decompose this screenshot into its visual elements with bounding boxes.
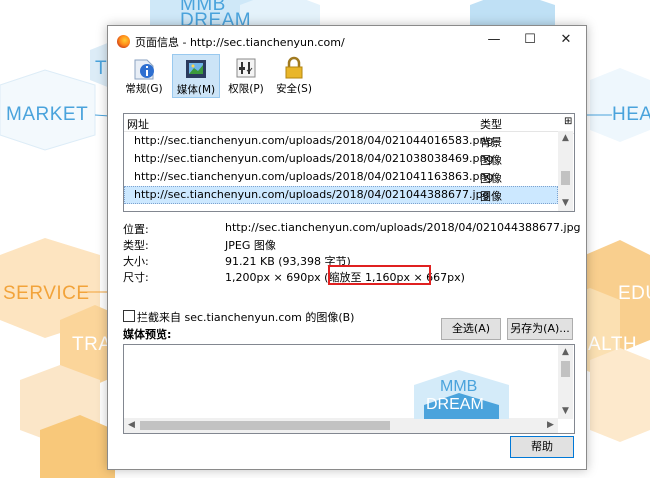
media-row-type: 背景	[480, 136, 502, 149]
media-list[interactable]: 网址 类型 ⊞ http://sec.tianchenyun.com/uploa…	[123, 113, 575, 212]
preview-hscroll-thumb[interactable]	[140, 421, 390, 430]
help-button[interactable]: 帮助	[510, 436, 574, 458]
close-button[interactable]: ✕	[548, 26, 584, 56]
preview-text-mmb: MMB	[440, 378, 477, 395]
permissions-icon	[235, 56, 257, 83]
bg-text-tra: TRA	[72, 334, 112, 355]
type-label: 类型:	[123, 239, 149, 252]
preview-image: MMB DREAM	[414, 370, 509, 419]
tab-security[interactable]: 安全(S)	[274, 54, 314, 96]
location-label: 位置:	[123, 223, 149, 236]
media-list-scrollbar[interactable]: ▲ ▼	[558, 131, 573, 211]
maximize-button[interactable]: ☐	[512, 26, 548, 56]
preview-scroll-up-icon[interactable]: ▲	[558, 345, 573, 360]
column-address[interactable]: 网址	[127, 116, 149, 132]
media-row-url: http://sec.tianchenyun.com/uploads/2018/…	[134, 170, 494, 183]
firefox-icon	[117, 35, 130, 48]
lock-icon	[283, 56, 305, 83]
highlight-box	[328, 265, 431, 285]
media-row-url: http://sec.tianchenyun.com/uploads/2018/…	[134, 188, 490, 201]
select-all-button[interactable]: 全选(A)	[441, 318, 501, 340]
bg-text-alth: ALTH	[588, 334, 638, 355]
minimize-button[interactable]: —	[476, 26, 512, 56]
scroll-thumb[interactable]	[561, 171, 570, 185]
preview-vscrollbar[interactable]: ▲ ▼	[558, 345, 573, 419]
tab-security-label: 安全(S)	[276, 83, 312, 95]
title-bar[interactable]: 页面信息 - http://sec.tianchenyun.com/ — ☐ ✕	[108, 26, 586, 56]
preview-scroll-down-icon[interactable]: ▼	[558, 404, 573, 419]
info-icon	[133, 56, 155, 83]
bg-text-hea: HEA	[612, 104, 650, 125]
tab-media-label: 媒体(M)	[176, 84, 216, 96]
window-title: 页面信息 - http://sec.tianchenyun.com/	[135, 36, 345, 49]
media-row[interactable]: http://sec.tianchenyun.com/uploads/2018/…	[124, 132, 558, 150]
block-images-checkbox[interactable]: 拦截来自 sec.tianchenyun.com 的图像(B)	[123, 309, 354, 325]
media-icon	[184, 57, 208, 84]
size-label: 大小:	[123, 255, 149, 268]
media-row[interactable]: http://sec.tianchenyun.com/uploads/2018/…	[124, 168, 558, 186]
preview-vscroll-thumb[interactable]	[561, 361, 570, 377]
media-row-type: 图像	[480, 154, 502, 167]
media-row-selected[interactable]: http://sec.tianchenyun.com/uploads/2018/…	[124, 186, 558, 204]
type-value: JPEG 图像	[225, 239, 276, 252]
media-row-url: http://sec.tianchenyun.com/uploads/2018/…	[134, 152, 494, 165]
location-value: http://sec.tianchenyun.com/uploads/2018/…	[225, 221, 581, 234]
tab-general-label: 常规(G)	[125, 83, 163, 95]
tab-media[interactable]: 媒体(M)	[172, 54, 220, 98]
media-preview-label: 媒体预览:	[123, 328, 172, 341]
block-images-label: 拦截来自 sec.tianchenyun.com 的图像(B)	[137, 311, 355, 324]
page-info-window: 页面信息 - http://sec.tianchenyun.com/ — ☐ ✕…	[107, 25, 587, 470]
dimensions-label: 尺寸:	[123, 271, 149, 284]
preview-hscrollbar[interactable]: ◀ ▶	[124, 418, 558, 433]
scroll-up-icon[interactable]: ▲	[558, 131, 573, 146]
bg-text-edu: EDU	[618, 283, 650, 304]
tab-permissions-label: 权限(P)	[228, 83, 264, 95]
preview-scroll-left-icon[interactable]: ◀	[124, 418, 139, 433]
tab-general[interactable]: 常规(G)	[124, 54, 164, 96]
scroll-down-icon[interactable]: ▼	[558, 196, 573, 211]
media-row-type: 图像	[480, 190, 502, 203]
bg-text-t: T	[95, 58, 108, 79]
save-as-button[interactable]: 另存为(A)...	[507, 318, 573, 340]
media-list-header: 网址 类型	[124, 114, 558, 132]
media-row-type: 图像	[480, 172, 502, 185]
tab-permissions[interactable]: 权限(P)	[225, 54, 267, 96]
preview-scroll-right-icon[interactable]: ▶	[543, 418, 558, 433]
bg-text-market: MARKET	[6, 104, 89, 125]
media-preview[interactable]: ▲ ▼ ◀ ▶ MMB DREAM	[123, 344, 575, 434]
preview-text-dream: DREAM	[426, 396, 484, 413]
bg-text-service: SERVICE	[3, 283, 90, 304]
media-row-url: http://sec.tianchenyun.com/uploads/2018/…	[134, 134, 494, 147]
column-type[interactable]: 类型	[480, 116, 502, 132]
media-row[interactable]: http://sec.tianchenyun.com/uploads/2018/…	[124, 150, 558, 168]
checkbox-box[interactable]	[123, 310, 135, 322]
